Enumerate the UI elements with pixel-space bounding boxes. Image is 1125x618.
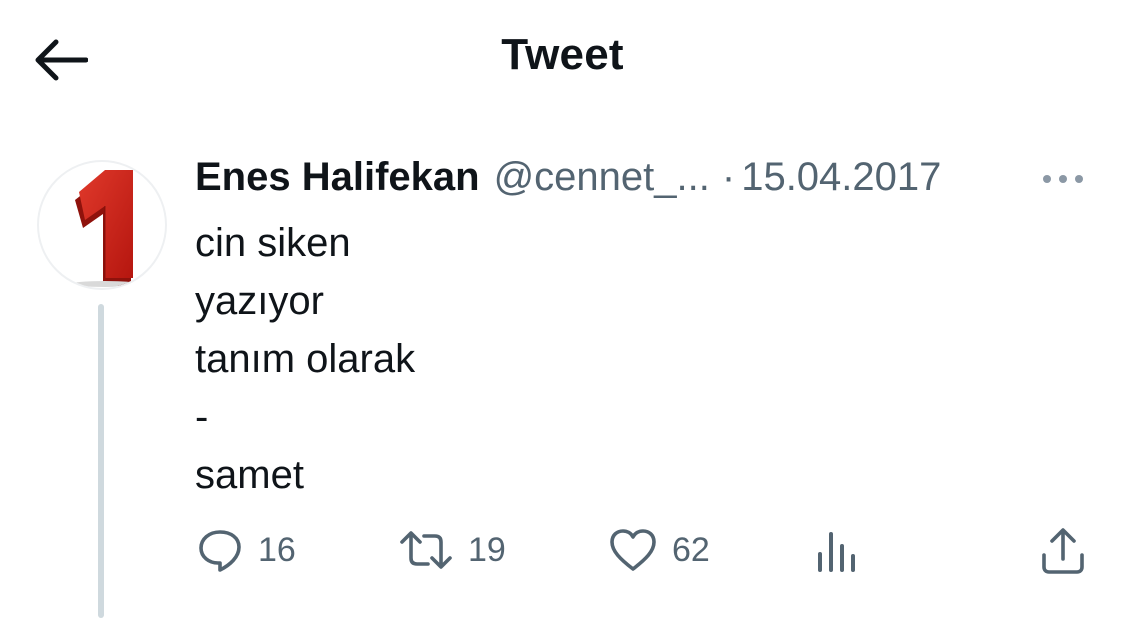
tweet-body: cin siken yazıyor tanım olarak - samet xyxy=(195,214,415,504)
retweet-icon xyxy=(400,531,452,569)
share-button[interactable] xyxy=(1040,522,1086,578)
number-one-logo xyxy=(71,170,139,287)
separator-dot: · xyxy=(721,155,736,199)
retweet-button[interactable]: 19 xyxy=(398,522,506,578)
tweet-line: cin siken xyxy=(195,221,351,265)
share-icon xyxy=(1042,528,1084,574)
tweet-meta: Enes Halifekan @cennet_... · 15.04.2017 xyxy=(195,155,941,205)
more-dots-icon xyxy=(1043,175,1083,183)
reply-button[interactable]: 16 xyxy=(196,522,296,578)
analytics-button[interactable] xyxy=(814,522,858,578)
author-handle[interactable]: @cennet_... xyxy=(494,155,710,200)
retweet-count: 19 xyxy=(468,530,506,569)
tweet-line: yazıyor xyxy=(195,279,324,323)
action-bar: 16 19 62 xyxy=(0,522,1125,582)
more-options-button[interactable] xyxy=(1040,164,1086,194)
avatar[interactable] xyxy=(37,160,167,290)
like-count: 62 xyxy=(672,530,710,569)
reply-count: 16 xyxy=(258,530,296,569)
reply-icon xyxy=(199,530,241,572)
like-icon xyxy=(610,529,656,571)
top-bar: Tweet xyxy=(0,0,1125,120)
analytics-icon xyxy=(818,532,855,572)
tweet-date[interactable]: 15.04.2017 xyxy=(741,155,941,200)
tweet-line: samet xyxy=(195,453,304,497)
tweet-line: - xyxy=(195,395,209,439)
tweet-line: tanım olarak xyxy=(195,337,416,381)
page-title: Tweet xyxy=(501,30,624,79)
like-button[interactable]: 62 xyxy=(608,522,710,578)
author-name[interactable]: Enes Halifekan xyxy=(195,155,480,200)
